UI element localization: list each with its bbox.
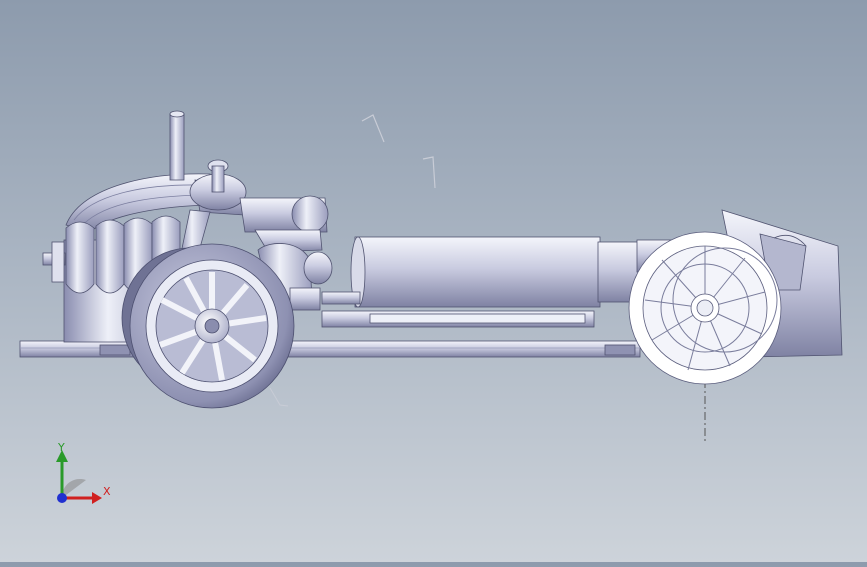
rear-wheel[interactable] [121,243,295,409]
graphics-viewport[interactable] [0,0,867,562]
z-axis-dot [57,493,67,503]
reference-axis-icon [269,387,289,407]
axis-triad-icon[interactable]: Y X [44,440,114,510]
x-axis-label: X [103,485,111,498]
reference-axis-icon[interactable] [361,114,436,189]
battery-tray[interactable] [321,310,595,328]
front-wheel[interactable] [628,231,782,385]
model-canvas[interactable] [0,0,867,562]
y-axis-label: Y [58,441,65,454]
base-plate[interactable] [19,340,641,358]
